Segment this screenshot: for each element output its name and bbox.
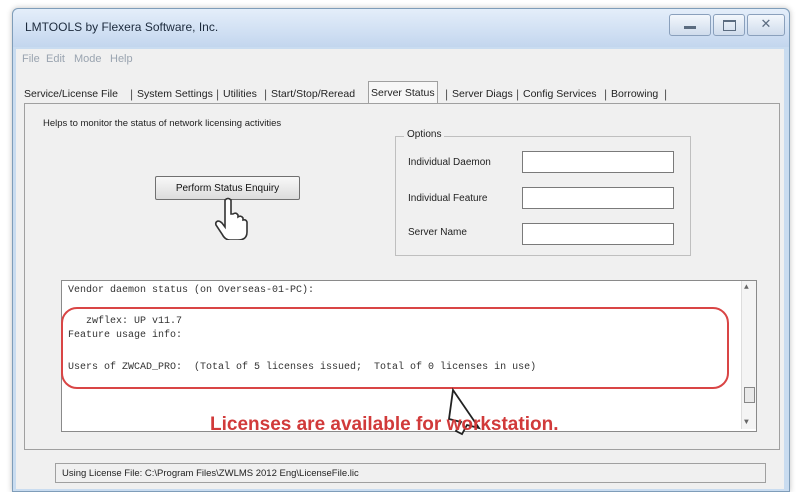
tab-borrowing[interactable]: Borrowing xyxy=(611,85,658,103)
menu-bar: File Edit Mode Help xyxy=(16,49,784,72)
scroll-thumb[interactable] xyxy=(744,387,755,403)
minimize-icon xyxy=(684,26,696,29)
individual-feature-field[interactable] xyxy=(522,187,674,209)
tab-service-license-file[interactable]: Service/License File xyxy=(24,85,118,103)
tab-separator: | xyxy=(445,87,449,101)
tab-separator: | xyxy=(664,87,668,101)
menu-help[interactable]: Help xyxy=(110,53,133,65)
close-icon: ✕ xyxy=(760,16,772,31)
tab-server-diags[interactable]: Server Diags xyxy=(452,85,513,103)
tab-separator: | xyxy=(516,87,520,101)
tab-separator: | xyxy=(216,87,220,101)
maximize-button[interactable] xyxy=(713,14,745,36)
help-text: Helps to monitor the status of network l… xyxy=(43,118,282,129)
tab-separator: | xyxy=(130,87,134,101)
individual-daemon-field[interactable] xyxy=(522,151,674,173)
options-title: Options xyxy=(404,129,445,140)
minimize-button[interactable] xyxy=(669,14,711,36)
maximize-icon xyxy=(723,20,736,31)
status-bar: Using License File: C:\Program Files\ZWL… xyxy=(55,463,766,483)
individual-daemon-label: Individual Daemon xyxy=(408,157,491,168)
tab-start-stop-reread[interactable]: Start/Stop/Reread xyxy=(271,85,355,103)
tab-server-status[interactable]: Server Status xyxy=(368,81,438,104)
output-line: Vendor daemon status (on Overseas-01-PC)… xyxy=(68,285,315,296)
menu-edit[interactable]: Edit xyxy=(46,53,65,65)
server-name-field[interactable] xyxy=(522,223,674,245)
menu-file[interactable]: File xyxy=(22,53,40,65)
close-button[interactable]: ✕ xyxy=(747,14,785,36)
server-name-label: Server Name xyxy=(408,227,467,238)
individual-feature-label: Individual Feature xyxy=(408,193,488,204)
tab-system-settings[interactable]: System Settings xyxy=(137,85,213,103)
window-title: LMTOOLS by Flexera Software, Inc. xyxy=(25,20,219,34)
hand-pointer-icon xyxy=(214,197,248,240)
tab-utilities[interactable]: Utilities xyxy=(223,85,257,103)
menu-mode[interactable]: Mode xyxy=(74,53,102,65)
title-bar[interactable]: LMTOOLS by Flexera Software, Inc. ✕ xyxy=(13,9,789,47)
scroll-up-icon[interactable]: ▲ xyxy=(744,283,749,292)
options-group: Options Individual Daemon Individual Fea… xyxy=(395,129,691,256)
annotation-text: Licenses are available for workstation. xyxy=(210,414,559,435)
tab-config-services[interactable]: Config Services xyxy=(523,85,597,103)
tab-separator: | xyxy=(604,87,608,101)
server-status-panel: Helps to monitor the status of network l… xyxy=(24,103,780,450)
output-scrollbar[interactable]: ▲ ▼ xyxy=(741,281,756,429)
license-info-highlight xyxy=(61,307,729,389)
scroll-down-icon[interactable]: ▼ xyxy=(744,418,749,427)
tab-separator: | xyxy=(264,87,268,101)
